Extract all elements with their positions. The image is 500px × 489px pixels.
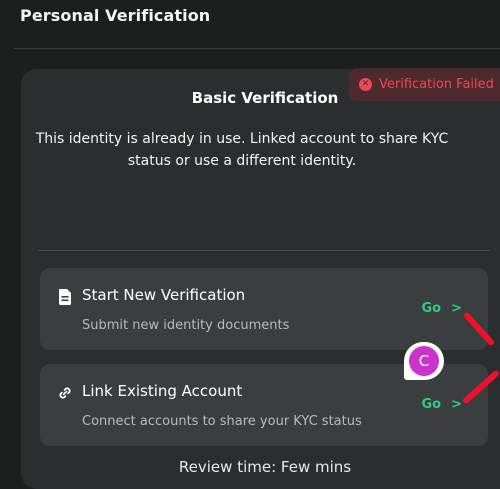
chevron-right-icon: > bbox=[451, 397, 462, 412]
go-button[interactable]: Go > bbox=[421, 301, 462, 316]
card-message: This identity is already in use. Linked … bbox=[35, 131, 449, 169]
collaborator-cursor: C bbox=[404, 342, 448, 380]
go-label: Go bbox=[421, 301, 442, 316]
option-title: Link Existing Account bbox=[82, 382, 243, 400]
card-title: Basic Verification bbox=[191, 89, 339, 107]
go-button[interactable]: Go > bbox=[421, 397, 462, 412]
avatar: C bbox=[409, 346, 439, 376]
chevron-right-icon: > bbox=[451, 301, 462, 316]
card-divider bbox=[38, 250, 490, 251]
page-title: Personal Verification bbox=[20, 6, 211, 25]
review-time-text: Review time: Few mins bbox=[178, 458, 352, 476]
document-icon bbox=[59, 289, 71, 305]
start-new-verification-option[interactable]: Start New Verification Submit new identi… bbox=[40, 268, 488, 350]
option-subtitle: Connect accounts to share your KYC statu… bbox=[82, 414, 362, 429]
header-divider bbox=[14, 48, 500, 49]
status-badge-label: Verification Failed bbox=[379, 77, 494, 92]
go-label: Go bbox=[421, 397, 442, 412]
option-subtitle: Submit new identity documents bbox=[82, 318, 290, 333]
link-icon bbox=[59, 387, 71, 399]
option-title: Start New Verification bbox=[82, 286, 246, 304]
